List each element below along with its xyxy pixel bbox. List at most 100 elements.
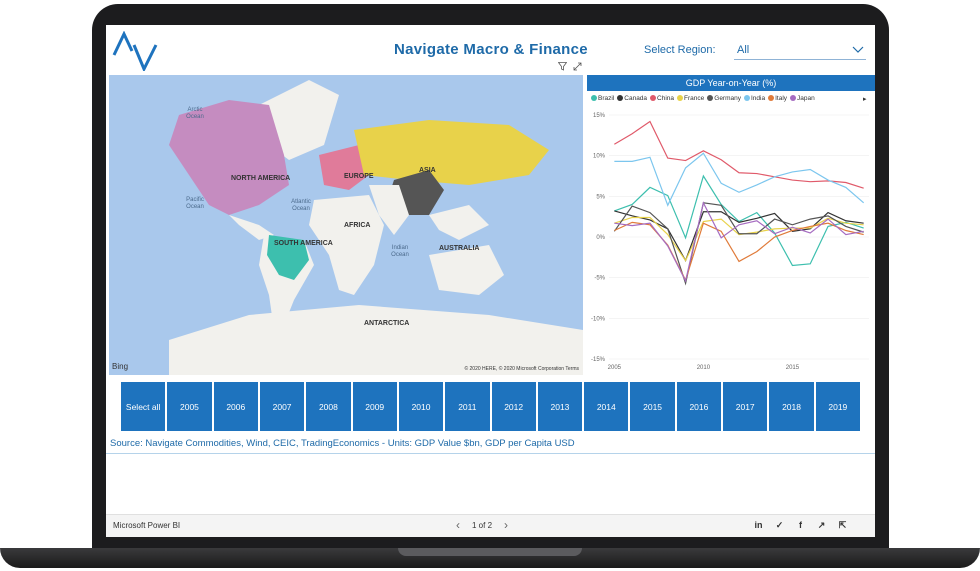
year-button-2015[interactable]: 2015: [630, 382, 675, 431]
series-line-india[interactable]: [614, 152, 865, 207]
legend-label: France: [684, 95, 705, 102]
legend-item-india[interactable]: India: [744, 95, 765, 102]
legend-label: Germany: [714, 95, 741, 102]
share-icon[interactable]: ↗: [816, 520, 827, 531]
region-dropdown[interactable]: All: [734, 42, 866, 60]
gdp-line-chart[interactable]: 15% 10% 5% 0% -5% -10% -15%2005 2010 2015: [587, 107, 875, 375]
twitter-icon[interactable]: ✓: [774, 520, 785, 531]
year-button-2011[interactable]: 2011: [445, 382, 490, 431]
pager: ‹ 1 of 2 ›: [456, 519, 508, 531]
legend-label: Canada: [624, 95, 648, 102]
powerbi-footer: Microsoft Power BI ‹ 1 of 2 › in ✓ f ↗ ⇱: [106, 514, 875, 537]
legend-item-france[interactable]: France: [677, 95, 704, 102]
legend-item-brazil[interactable]: Brazil: [591, 95, 614, 102]
focus-mode-icon[interactable]: [573, 62, 582, 71]
label-australia: AUSTRALIA: [439, 245, 480, 252]
legend-swatch: [677, 95, 684, 101]
label-arctic-ocean: Arctic Ocean: [186, 107, 204, 120]
year-select-all-button[interactable]: Select all: [121, 382, 166, 431]
chart-legend[interactable]: Brazil Canada China France Germany India Italy…: [591, 95, 861, 107]
x-tick-label: 2015: [786, 365, 800, 371]
legend-label: Italy: [775, 95, 788, 102]
year-slicer: Select all 2005 2006 2007 2008 2009 2010 2011 20…: [121, 382, 860, 431]
legend-label: China: [657, 95, 675, 102]
year-button-2010[interactable]: 2010: [398, 382, 444, 431]
navigate-logo: [112, 31, 158, 71]
x-tick-label: 2010: [697, 365, 711, 371]
region-label: Select Region:: [644, 44, 716, 56]
year-button-2012[interactable]: 2012: [491, 382, 536, 431]
y-tick-label: 5%: [596, 194, 605, 200]
label-africa: AFRICA: [344, 222, 371, 229]
prev-page-button[interactable]: ‹: [456, 519, 460, 531]
year-button-2008[interactable]: 2008: [306, 382, 351, 431]
legend-item-japan[interactable]: Japan: [790, 95, 815, 102]
land-antarctica: [169, 305, 583, 375]
x-tick-label: 2005: [608, 365, 622, 371]
legend-swatch: [591, 95, 597, 101]
linkedin-icon[interactable]: in: [753, 520, 764, 531]
year-button-2005[interactable]: 2005: [167, 382, 212, 431]
year-button-2009[interactable]: 2009: [352, 382, 397, 431]
label-indian-ocean: Indian Ocean: [391, 245, 409, 258]
legend-label: Brazil: [598, 95, 615, 102]
legend-item-china[interactable]: China: [650, 95, 674, 102]
label-north-america: NORTH AMERICA: [231, 175, 291, 182]
chevron-down-icon: [852, 46, 864, 53]
label-europe: EUROPE: [344, 173, 374, 180]
land-southeast-asia: [429, 205, 489, 240]
legend-label: India: [751, 95, 766, 102]
region-value: All: [737, 44, 750, 56]
year-button-2017[interactable]: 2017: [723, 382, 768, 431]
y-tick-label: -5%: [594, 276, 605, 282]
legend-swatch: [650, 95, 657, 101]
y-tick-label: -15%: [591, 357, 606, 363]
laptop-frame: Navigate Macro & Finance Select Region: …: [0, 0, 980, 571]
land-russia-asia: [354, 120, 549, 185]
series-line-china[interactable]: [614, 120, 864, 189]
report-canvas: Navigate Macro & Finance Select Region: …: [106, 25, 875, 515]
year-button-2006[interactable]: 2006: [213, 382, 258, 431]
share-icons: in ✓ f ↗ ⇱: [753, 520, 848, 531]
year-button-2018[interactable]: 2018: [769, 382, 814, 431]
fullscreen-icon[interactable]: ⇱: [837, 520, 848, 531]
legend-label: Japan: [797, 95, 815, 102]
y-tick-label: 15%: [593, 113, 606, 119]
label-south-america: SOUTH AMERICA: [274, 240, 333, 247]
year-button-2016[interactable]: 2016: [676, 382, 722, 431]
legend-swatch: [768, 95, 775, 101]
source-note: Source: Navigate Commodities, Wind, CEIC…: [110, 438, 575, 449]
label-antarctica: ANTARCTICA: [364, 320, 410, 327]
filter-icon[interactable]: [557, 62, 568, 71]
legend-swatch: [617, 95, 624, 101]
year-button-2007[interactable]: 2007: [259, 382, 305, 431]
legend-item-italy[interactable]: Italy: [768, 95, 787, 102]
y-tick-label: 10%: [593, 154, 606, 160]
world-map[interactable]: NORTH AMERICA EUROPE ASIA AFRICA SOUTH A…: [109, 75, 583, 375]
next-page-button[interactable]: ›: [504, 519, 508, 531]
year-button-2014[interactable]: 2014: [584, 382, 629, 431]
page-indicator: 1 of 2: [472, 520, 493, 530]
legend-swatch: [707, 95, 714, 101]
gdp-chart-panel[interactable]: GDP Year-on-Year (%) Brazil Canada China Fr…: [587, 75, 875, 375]
land-australia: [429, 245, 504, 295]
powerbi-brand: Microsoft Power BI: [113, 521, 181, 530]
y-tick-label: -10%: [591, 316, 606, 322]
legend-swatch: [744, 95, 750, 101]
label-asia: ASIA: [419, 167, 436, 174]
map-copyright: © 2020 HERE, © 2020 Microsoft Corporatio…: [464, 366, 579, 372]
year-button-2019[interactable]: 2019: [815, 382, 860, 431]
label-pacific-ocean: Pacific Ocean: [186, 197, 204, 210]
legend-item-canada[interactable]: Canada: [617, 95, 647, 102]
page-title: Navigate Macro & Finance: [394, 41, 588, 58]
legend-item-germany[interactable]: Germany: [707, 95, 741, 102]
y-tick-label: 0%: [596, 235, 605, 241]
screen: Navigate Macro & Finance Select Region: …: [106, 25, 875, 537]
laptop-notch: [398, 548, 582, 556]
bing-logo: Bing: [112, 362, 129, 371]
visual-header: [557, 62, 582, 73]
year-button-2013[interactable]: 2013: [537, 382, 583, 431]
label-atlantic-ocean: Atlantic Ocean: [291, 199, 311, 212]
facebook-icon[interactable]: f: [795, 520, 806, 531]
legend-next-arrow[interactable]: ▸: [863, 95, 867, 103]
